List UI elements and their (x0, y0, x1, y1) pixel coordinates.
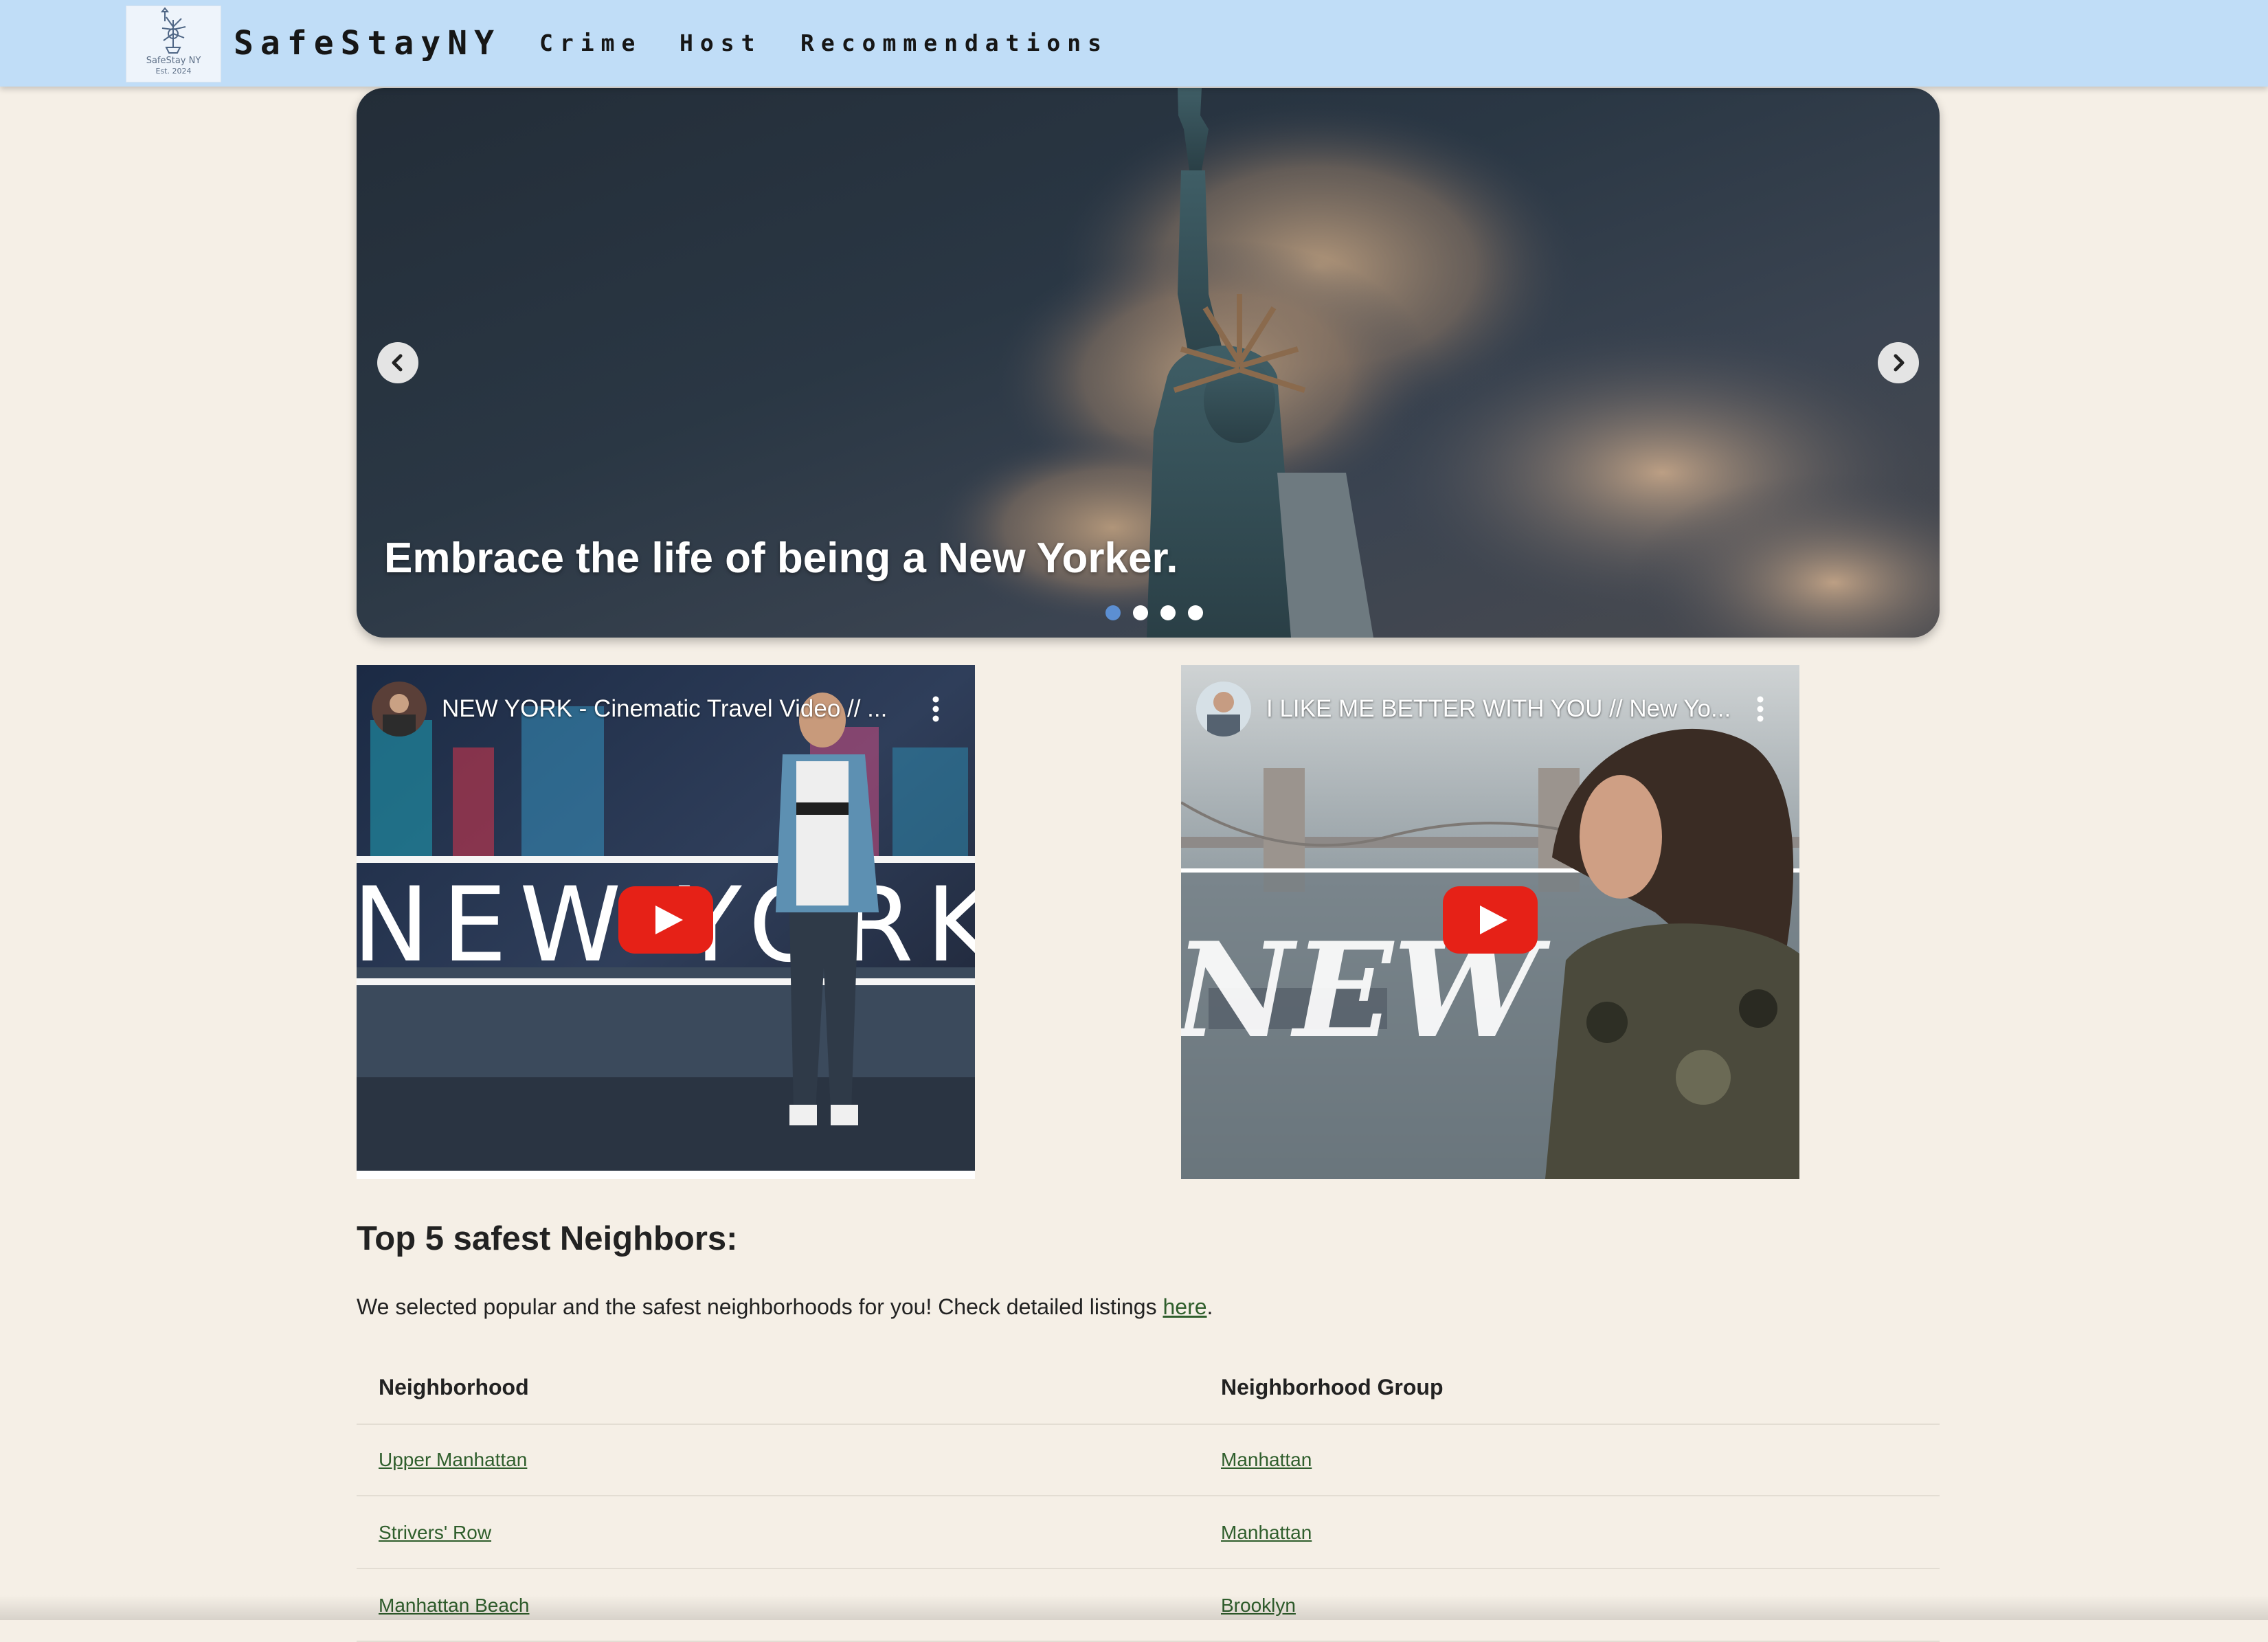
nav-link-crime[interactable]: Crime (539, 26, 642, 60)
more-vert-icon (1757, 696, 1764, 722)
intro-end: . (1206, 1294, 1213, 1319)
youtube-video-1[interactable]: NEW YORK NEW YORK - Cinematic Travel Vid… (357, 665, 975, 1179)
carousel-dot-3[interactable] (1160, 605, 1176, 620)
listings-link[interactable]: here (1163, 1294, 1206, 1319)
carousel-dot-4[interactable] (1188, 605, 1203, 620)
site-logo[interactable]: SafeStay NY Est. 2024 (126, 5, 221, 82)
nav-link-recommendations[interactable]: Recommendations (800, 26, 1108, 60)
neighborhood-group-link[interactable]: Manhattan (1221, 1443, 1312, 1477)
column-header-neighborhood-group: Neighborhood Group (1221, 1375, 1444, 1399)
table-header-row: Neighborhood Neighborhood Group (357, 1351, 1940, 1425)
logo-name: SafeStay NY (146, 56, 201, 66)
table-row: Strivers' Row Manhattan (357, 1496, 1940, 1569)
channel-avatar-2[interactable] (1196, 682, 1251, 736)
video-more-button-2[interactable] (1743, 690, 1777, 728)
carousel-prev-button[interactable] (377, 342, 418, 383)
neighborhood-group-link[interactable]: Brooklyn (1221, 1588, 1296, 1623)
chevron-right-icon (1894, 354, 1905, 372)
video-more-button-1[interactable] (919, 690, 953, 728)
video-title-1[interactable]: NEW YORK - Cinematic Travel Video // ... (442, 690, 909, 728)
neighborhood-link[interactable]: Upper Manhattan (379, 1443, 527, 1477)
carousel-caption: Embrace the life of being a New Yorker. (384, 535, 1178, 582)
channel-avatar-1[interactable] (372, 682, 427, 736)
youtube-video-2[interactable]: NEW YORK I LIKE ME BETTER WITH YOU // Ne… (1181, 665, 1799, 1179)
youtube-play-icon (618, 886, 713, 954)
brand-title[interactable]: SafeStayNY (234, 21, 501, 66)
neighborhood-link[interactable]: Strivers' Row (379, 1516, 491, 1550)
carousel-dot-1[interactable] (1105, 605, 1121, 620)
avatar-icon (1196, 682, 1251, 736)
video-title-2[interactable]: I LIKE ME BETTER WITH YOU // New Yo... (1266, 690, 1733, 728)
nav-link-host[interactable]: Host (680, 26, 761, 60)
neighborhood-link[interactable]: Manhattan Beach (379, 1588, 530, 1623)
carousel-indicators (1105, 605, 1203, 623)
avatar-icon (372, 682, 427, 736)
table-row: Manhattan Beach Brooklyn (357, 1569, 1940, 1642)
logo-established: Est. 2024 (155, 67, 192, 76)
intro-sentence: We selected popular and the safest neigh… (357, 1294, 1163, 1319)
table-row: Upper Manhattan Manhattan (357, 1424, 1940, 1496)
youtube-play-button-1[interactable] (618, 886, 713, 954)
youtube-play-icon (1443, 886, 1538, 954)
chevron-left-icon (392, 354, 403, 372)
hero-carousel: Embrace the life of being a New Yorker. (357, 88, 1940, 638)
navbar: SafeStay NY Est. 2024 SafeStayNY Crime H… (0, 0, 2268, 87)
neighborhood-group-link[interactable]: Manhattan (1221, 1516, 1312, 1550)
carousel-dot-2[interactable] (1133, 605, 1148, 620)
column-header-neighborhood: Neighborhood (379, 1375, 529, 1399)
intro-text: We selected popular and the safest neigh… (357, 1290, 1213, 1324)
section-title: Top 5 safest Neighbors: (357, 1220, 738, 1257)
youtube-play-button-2[interactable] (1443, 886, 1538, 954)
more-vert-icon (932, 696, 939, 722)
carousel-next-button[interactable] (1878, 342, 1919, 383)
